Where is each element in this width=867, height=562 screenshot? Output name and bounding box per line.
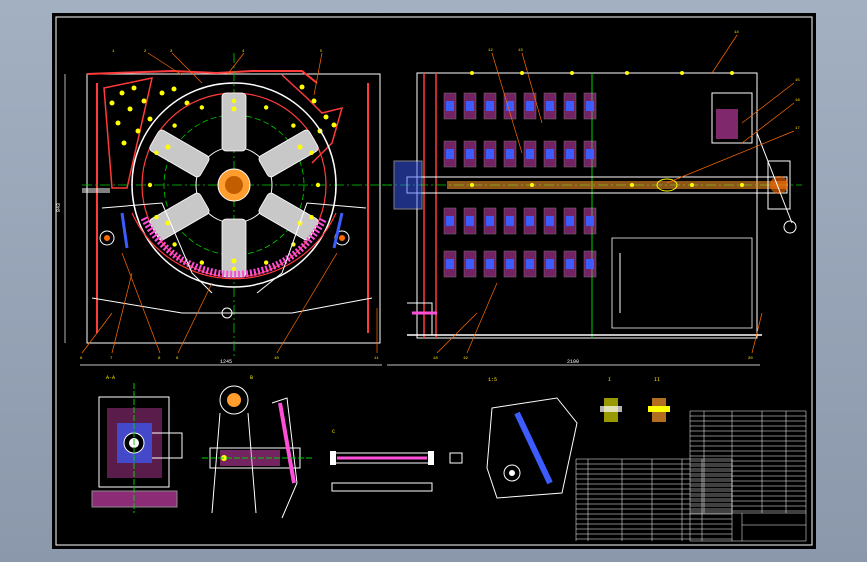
svg-text:12: 12 (488, 49, 493, 53)
parts-list-title-block (575, 410, 807, 542)
width-left-dimension: 1245 (220, 359, 232, 365)
view-a-label: A-A (106, 375, 115, 381)
svg-text:20: 20 (748, 357, 753, 361)
front-section-view: 123 45 678 9 10 11 1245 843 (56, 50, 392, 366)
detail-sections: I II (600, 377, 670, 422)
svg-text:18: 18 (433, 357, 438, 361)
view-c-label: C (332, 429, 335, 435)
svg-text:7: 7 (110, 357, 113, 361)
svg-text:9: 9 (176, 357, 179, 361)
svg-text:10: 10 (274, 357, 279, 361)
svg-text:11: 11 (374, 357, 379, 361)
svg-text:16: 16 (795, 99, 800, 103)
side-height-dimension: 843 (56, 203, 62, 212)
svg-text:17: 17 (795, 127, 800, 131)
drawing-sheet[interactable]: 123 45 678 9 10 11 1245 843 12 13 14 15 … (52, 13, 816, 549)
svg-text:1: 1 (112, 50, 115, 54)
svg-text:5: 5 (320, 50, 323, 54)
detail-view-grate: 1:5 (486, 377, 578, 499)
side-section-view: 12 13 14 15 16 17 18 19 20 2100 (382, 31, 802, 366)
cad-viewport[interactable]: 123 45 678 9 10 11 1245 843 12 13 14 15 … (0, 0, 867, 562)
section-1-label: I (608, 377, 611, 383)
detail-scale-label: 1:5 (488, 377, 497, 383)
svg-text:4: 4 (242, 50, 245, 54)
section-2-label: II (654, 377, 660, 383)
svg-text:19: 19 (463, 357, 468, 361)
detail-view-shaft: C (330, 429, 463, 492)
width-right-dimension: 2100 (567, 359, 579, 365)
svg-text:15: 15 (795, 79, 800, 83)
svg-text:14: 14 (734, 31, 739, 35)
svg-text:6: 6 (80, 357, 83, 361)
svg-text:2: 2 (144, 50, 147, 54)
hammer-crusher-assembly-drawing: 123 45 678 9 10 11 1245 843 12 1314 1516… (55, 16, 813, 546)
detail-view-a: A-A (91, 375, 183, 513)
svg-text:13: 13 (518, 49, 523, 53)
detail-view-b: B (202, 375, 312, 519)
view-b-label: B (250, 375, 253, 381)
svg-text:8: 8 (158, 357, 161, 361)
